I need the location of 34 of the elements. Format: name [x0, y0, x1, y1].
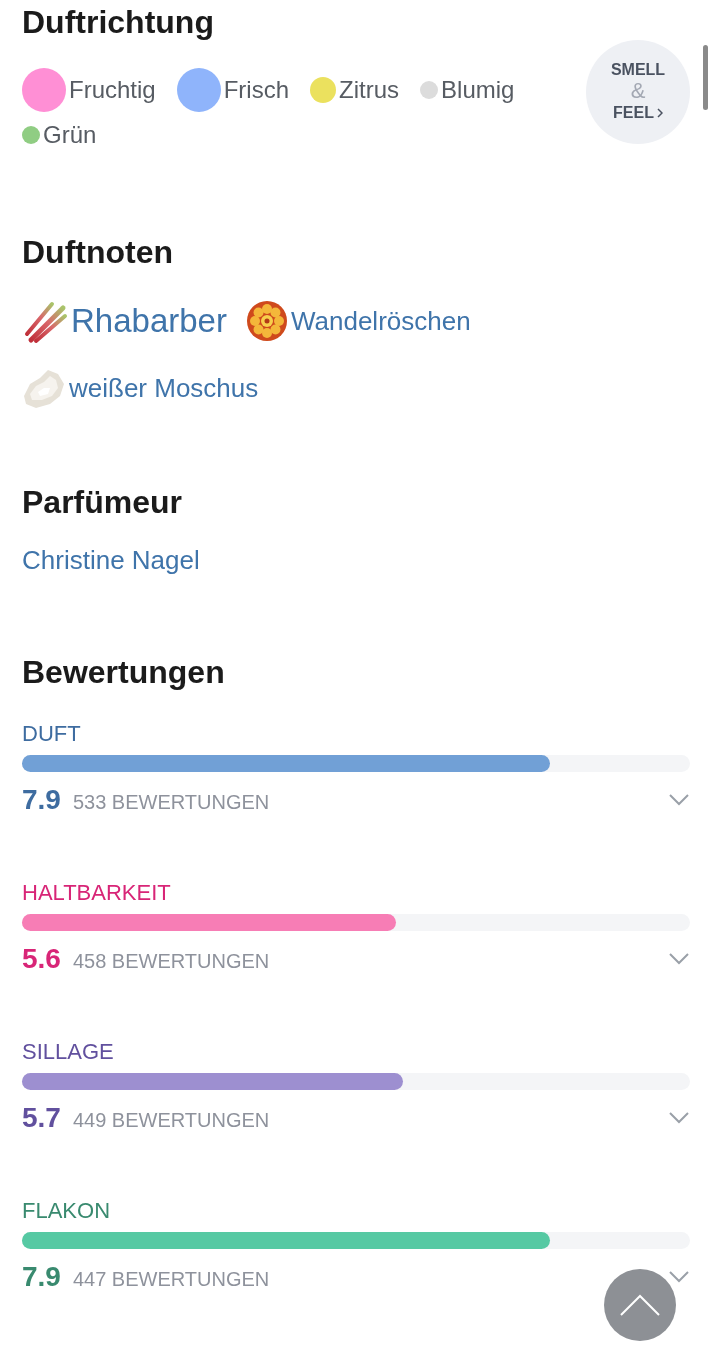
- section-heading: Duftrichtung: [22, 3, 214, 42]
- note-link[interactable]: weißer Moschus: [69, 371, 259, 405]
- note-link[interactable]: Wandelröschen: [290, 304, 471, 338]
- rating-score: 5.7: [22, 1101, 61, 1135]
- rating-score: 7.9: [22, 1260, 61, 1294]
- chevron-down-icon[interactable]: [669, 953, 689, 965]
- accord-label: Zitrus: [339, 75, 400, 105]
- rating-count: 449 BEWERTUNGEN: [72, 1108, 270, 1133]
- chevron-up-icon: [620, 1294, 660, 1316]
- scrollbar-thumb: [703, 45, 708, 110]
- rating-label: HALTBARKEIT: [22, 879, 171, 907]
- rating-score: 7.9: [22, 783, 61, 817]
- smell-and-feel-button[interactable]: SMELL & FEEL: [586, 40, 690, 144]
- section-heading: Parfümeur: [22, 483, 183, 522]
- perfumer-link[interactable]: Christine Nagel: [22, 543, 200, 577]
- section-heading: Duftnoten: [22, 233, 174, 272]
- rating-count: 458 BEWERTUNGEN: [72, 949, 270, 974]
- rating-count: 533 BEWERTUNGEN: [72, 790, 270, 815]
- rating-label: DUFT: [22, 720, 81, 748]
- rating-label: SILLAGE: [22, 1038, 114, 1066]
- chevron-down-icon[interactable]: [669, 794, 689, 806]
- rating-label: FLAKON: [22, 1197, 111, 1225]
- chevron-down-icon[interactable]: [669, 1271, 689, 1283]
- section-heading: Bewertungen: [22, 653, 225, 692]
- flower-cluster-icon: [245, 300, 288, 342]
- chevron-down-icon[interactable]: [669, 1112, 689, 1124]
- note-link[interactable]: Rhabarber: [71, 301, 227, 341]
- chevron-right-icon: [656, 108, 663, 118]
- accord-label: Grün: [43, 120, 97, 150]
- rating-score: 5.6: [22, 942, 61, 976]
- accord-label: Fruchtig: [69, 75, 156, 105]
- accord-label: Blumig: [441, 75, 515, 105]
- rating-count: 447 BEWERTUNGEN: [72, 1267, 270, 1292]
- accord-label: Frisch: [223, 75, 290, 105]
